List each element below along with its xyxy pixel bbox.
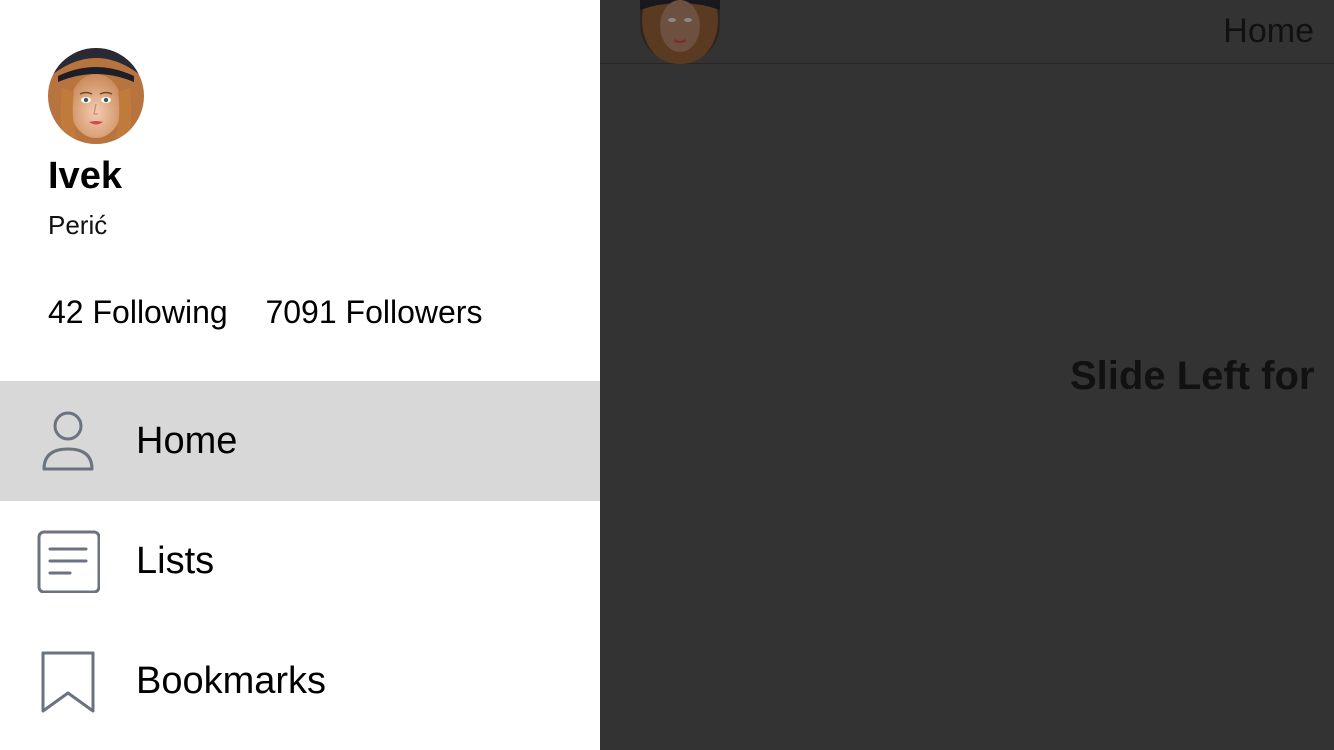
- page-title: Home: [1223, 12, 1314, 50]
- following-label[interactable]: Following: [92, 294, 227, 330]
- menu-item-bookmarks[interactable]: Bookmarks: [0, 621, 600, 741]
- profile-avatar[interactable]: [48, 48, 144, 144]
- menu-label-lists: Lists: [136, 540, 215, 582]
- navigation-drawer: Ivek Perić 42 Following 7091 Followers H…: [0, 0, 600, 750]
- following-count[interactable]: 42: [48, 294, 84, 330]
- menu-item-lists[interactable]: Lists: [0, 501, 600, 621]
- bookmark-icon: [36, 649, 100, 713]
- drawer-menu: Home Lists Bookmarks: [0, 381, 600, 741]
- slide-hint-text: Slide Left for: [1070, 354, 1315, 398]
- followers-count[interactable]: 7091: [265, 294, 336, 330]
- main-content-overlay[interactable]: Home Slide Left for: [600, 0, 1334, 750]
- profile-first-name: Ivek: [48, 155, 122, 197]
- avatar-image: [640, 0, 720, 64]
- person-icon: [36, 409, 100, 473]
- menu-label-bookmarks: Bookmarks: [136, 660, 327, 702]
- profile-last-name: Perić: [48, 210, 108, 240]
- followers-label[interactable]: Followers: [346, 294, 483, 330]
- profile-stats: 42 Following 7091 Followers: [48, 292, 482, 332]
- avatar-image: [48, 48, 144, 144]
- menu-item-home[interactable]: Home: [0, 381, 600, 501]
- top-bar-avatar[interactable]: [640, 0, 720, 64]
- top-bar: Home: [600, 0, 1334, 64]
- menu-label-home: Home: [136, 420, 238, 462]
- list-icon: [36, 529, 101, 594]
